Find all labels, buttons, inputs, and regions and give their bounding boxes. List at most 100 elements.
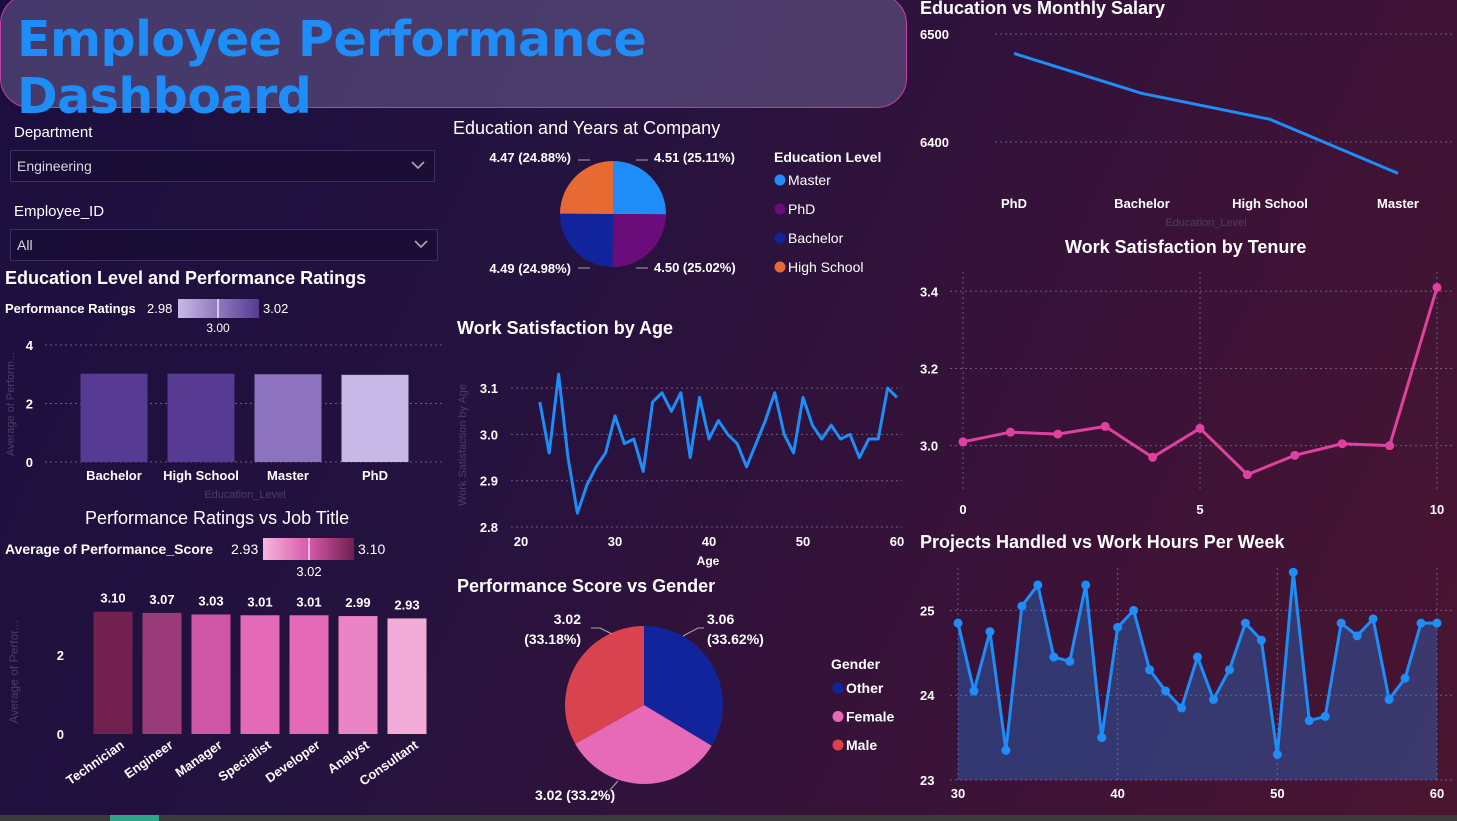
legend-item: Bachelor bbox=[788, 230, 844, 246]
bar bbox=[240, 615, 280, 734]
employee-value: All bbox=[17, 237, 33, 253]
data-point bbox=[1065, 656, 1075, 666]
x-tick-label: 10 bbox=[1430, 502, 1444, 517]
data-point bbox=[1081, 580, 1091, 590]
data-label: 2.93 bbox=[394, 597, 419, 612]
page-tabs-bar bbox=[0, 815, 1457, 821]
data-label: 3.03 bbox=[198, 593, 223, 608]
page-tab-active[interactable] bbox=[110, 815, 159, 821]
legend-max: 3.10 bbox=[358, 541, 385, 557]
data-point bbox=[1033, 580, 1043, 590]
pie-slice bbox=[560, 213, 613, 267]
bar bbox=[387, 618, 427, 734]
data-point bbox=[1017, 601, 1027, 611]
edu-perf-chart: Performance Ratings 2.98 3.02 3.00 0 2 4 Averag… bbox=[5, 299, 445, 501]
data-point bbox=[1001, 745, 1011, 755]
data-point bbox=[1242, 470, 1252, 480]
data-label: 3.01 bbox=[247, 594, 272, 609]
x-tick-label: Engineer bbox=[122, 737, 176, 781]
proj-hours-title: Projects Handled vs Work Hours Per Week bbox=[920, 532, 1285, 552]
data-point bbox=[969, 686, 979, 696]
y-tick-label: 3.0 bbox=[920, 439, 938, 454]
x-tick-label: High School bbox=[163, 468, 239, 483]
bar bbox=[338, 616, 378, 734]
bar bbox=[80, 373, 148, 462]
x-tick-label: Developer bbox=[263, 737, 323, 785]
x-tick-label: 30 bbox=[951, 786, 965, 801]
legend-swatch bbox=[774, 232, 786, 244]
legend-swatch bbox=[832, 711, 844, 722]
x-tick-label: 50 bbox=[796, 534, 810, 549]
data-label: 3.07 bbox=[149, 592, 174, 607]
data-point bbox=[1053, 429, 1063, 439]
bar bbox=[289, 615, 329, 734]
data-point bbox=[985, 627, 995, 637]
data-point bbox=[1336, 618, 1346, 628]
bar bbox=[142, 612, 182, 734]
y-tick-label: 24 bbox=[920, 688, 935, 703]
y-tick-label: 6500 bbox=[920, 27, 949, 42]
y-tick-label: 0 bbox=[26, 455, 33, 470]
perf-job-chart: Average of Performance_Score 2.93 3.10 3.02… bbox=[5, 538, 427, 788]
data-label: 3.02 bbox=[554, 611, 581, 627]
data-point bbox=[1148, 452, 1158, 462]
y-tick-label: 3.0 bbox=[480, 427, 498, 442]
department-dropdown[interactable]: Engineering bbox=[10, 150, 435, 182]
data-point bbox=[1005, 427, 1015, 437]
legend-item: Male bbox=[846, 737, 877, 753]
legend-min: 2.98 bbox=[147, 301, 172, 316]
sat-tenure-title: Work Satisfaction by Tenure bbox=[1065, 237, 1307, 257]
y-axis-label: Average of Perform... bbox=[5, 352, 17, 456]
series-line bbox=[1013, 52, 1399, 175]
data-point bbox=[1208, 694, 1218, 704]
data-point bbox=[1416, 618, 1426, 628]
x-tick-label: PhD bbox=[1001, 196, 1027, 211]
data-point bbox=[1177, 703, 1187, 713]
legend-mid: 3.00 bbox=[206, 321, 230, 335]
y-tick-label: 3.1 bbox=[480, 381, 498, 396]
data-point bbox=[1097, 733, 1107, 743]
data-point bbox=[1432, 618, 1442, 628]
data-point bbox=[1337, 439, 1347, 449]
x-tick-label: Master bbox=[1377, 196, 1419, 211]
x-tick-label: 60 bbox=[890, 534, 904, 549]
y-tick-label: 2.8 bbox=[480, 520, 498, 535]
data-point bbox=[958, 437, 968, 447]
edu-salary-chart: 6400 6500 PhD Bachelor High School Master Educ… bbox=[920, 27, 1455, 229]
employee-dropdown[interactable]: All bbox=[10, 229, 438, 261]
legend-swatch bbox=[774, 261, 786, 273]
x-tick-label: 50 bbox=[1270, 786, 1284, 801]
legend-min: 2.93 bbox=[231, 541, 258, 557]
x-tick-label: Bachelor bbox=[1114, 196, 1170, 211]
data-point bbox=[1304, 716, 1314, 726]
y-tick-label: 23 bbox=[920, 773, 934, 788]
page-title: Employee Performance Dashboard bbox=[17, 11, 647, 125]
x-tick-label: Bachelor bbox=[86, 468, 142, 483]
bar bbox=[167, 373, 235, 462]
leader-line bbox=[682, 627, 704, 637]
legend-title: Education Level bbox=[774, 149, 881, 165]
series-area bbox=[958, 572, 1437, 780]
legend-item: Master bbox=[788, 172, 831, 188]
data-label: (33.62%) bbox=[707, 631, 764, 647]
perf-job-title: Performance Ratings vs Job Title bbox=[85, 508, 350, 528]
perf-gender-title: Performance Score vs Gender bbox=[457, 576, 716, 596]
legend-swatch bbox=[774, 203, 786, 215]
y-tick-label: 2.9 bbox=[480, 474, 498, 489]
data-point bbox=[1193, 652, 1202, 662]
x-axis-label: Age bbox=[697, 554, 720, 568]
data-point bbox=[1320, 711, 1330, 721]
y-axis-label: Average of Perfor... bbox=[7, 620, 21, 723]
x-tick-label: 40 bbox=[1110, 786, 1124, 801]
legend-mid: 3.02 bbox=[296, 564, 321, 579]
edu-years-chart: 4.51 (25.11%) 4.50 (25.02%) 4.49 (24.98%) 4… bbox=[489, 149, 881, 276]
y-tick-label: 6400 bbox=[920, 135, 949, 150]
data-point bbox=[953, 618, 963, 628]
perf-gender-chart: 3.06 (33.62%) 3.02 (33.2%) 3.02 (33.18%) Gend… bbox=[524, 611, 894, 803]
data-point bbox=[1161, 686, 1171, 696]
data-point bbox=[1432, 282, 1442, 292]
sat-tenure-chart: 3.0 3.2 3.4 0 5 10 bbox=[920, 272, 1455, 517]
data-label: 4.47 (24.88%) bbox=[489, 150, 571, 165]
legend-swatch bbox=[832, 682, 844, 694]
x-tick-label: 0 bbox=[959, 502, 966, 517]
